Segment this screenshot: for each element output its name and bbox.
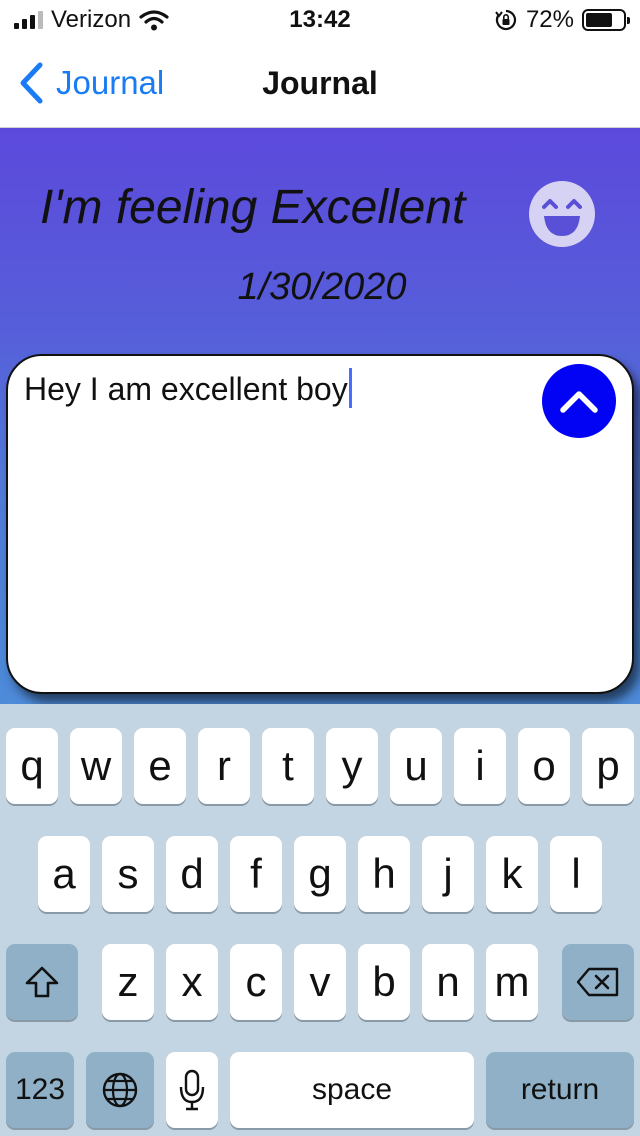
note-text: Hey I am excellent boy [24,371,348,407]
key-c[interactable]: c [230,944,282,1020]
key-a[interactable]: a [38,836,90,912]
key-s[interactable]: s [102,836,154,912]
grinning-face-icon [529,181,595,247]
orientation-lock-icon [495,9,517,31]
key-k[interactable]: k [486,836,538,912]
key-y[interactable]: y [326,728,378,804]
key-e[interactable]: e [134,728,186,804]
chevron-up-icon [560,391,598,413]
globe-icon [102,1072,138,1108]
key-f[interactable]: f [230,836,282,912]
key-u[interactable]: u [390,728,442,804]
entry-date: 1/30/2020 [237,266,407,308]
key-x[interactable]: x [166,944,218,1020]
key-d[interactable]: d [166,836,218,912]
battery-icon [582,9,630,31]
numbers-key[interactable]: 123 [6,1052,74,1128]
key-p[interactable]: p [582,728,634,804]
feeling-title: I'm feeling Excellent [40,181,466,234]
note-editor[interactable]: Hey I am excellent boy [6,354,634,694]
key-g[interactable]: g [294,836,346,912]
onscreen-keyboard: qwertyuiop asdfghjkl zxcvbnm 123 space r… [0,704,640,1136]
backspace-icon [576,967,619,997]
backspace-key[interactable] [562,944,634,1020]
battery-percent: 72% [525,6,574,33]
shift-key[interactable] [6,944,78,1020]
key-w[interactable]: w [70,728,122,804]
key-l[interactable]: l [550,836,602,912]
dictation-key[interactable] [166,1052,218,1128]
key-q[interactable]: q [6,728,58,804]
status-bar: Verizon 13:42 72% [0,0,640,40]
key-b[interactable]: b [358,944,410,1020]
space-key[interactable]: space [230,1052,474,1128]
key-j[interactable]: j [422,836,474,912]
note-text-area[interactable]: Hey I am excellent boy [24,368,352,408]
globe-key[interactable] [86,1052,154,1128]
collapse-button[interactable] [542,364,616,438]
microphone-icon [179,1069,205,1111]
return-key[interactable]: return [486,1052,634,1128]
page-title: Journal [262,65,378,101]
text-cursor [348,368,352,408]
key-h[interactable]: h [358,836,410,912]
key-z[interactable]: z [102,944,154,1020]
navigation-bar: Journal Journal [0,40,640,128]
key-r[interactable]: r [198,728,250,804]
key-m[interactable]: m [486,944,538,1020]
key-i[interactable]: i [454,728,506,804]
key-t[interactable]: t [262,728,314,804]
key-n[interactable]: n [422,944,474,1020]
shift-icon [25,966,59,998]
key-v[interactable]: v [294,944,346,1020]
journal-entry-panel: I'm feeling Excellent 1/30/2020 Hey I am… [0,128,640,708]
key-o[interactable]: o [518,728,570,804]
